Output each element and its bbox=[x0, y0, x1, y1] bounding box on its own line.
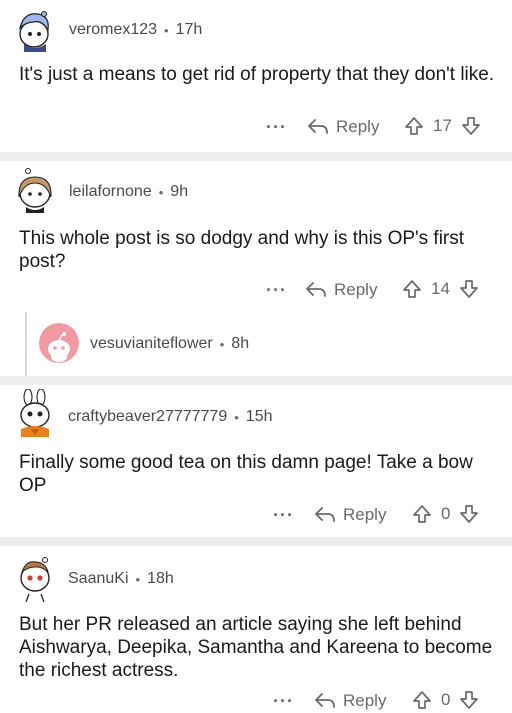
comment-body: It's just a means to get rid of property… bbox=[19, 64, 495, 85]
comment-meta: leilafornone • 9h bbox=[69, 183, 188, 201]
comment: SaanuKi • 18h But her PR released an art… bbox=[0, 546, 512, 713]
comment-meta: SaanuKi • 18h bbox=[68, 570, 174, 588]
upvote-icon[interactable] bbox=[412, 504, 432, 524]
downvote-icon[interactable] bbox=[459, 690, 479, 710]
timestamp: 9h bbox=[170, 183, 189, 200]
user-avatar-icon[interactable] bbox=[14, 167, 56, 213]
upvote-icon[interactable] bbox=[402, 279, 422, 299]
reply-arrow-icon bbox=[315, 693, 335, 708]
vote-count: 0 bbox=[441, 504, 451, 523]
downvote-icon[interactable] bbox=[459, 504, 479, 524]
vote-controls: 0 bbox=[412, 690, 479, 710]
separator-dot: • bbox=[164, 22, 169, 38]
separator-dot: • bbox=[219, 336, 225, 352]
comment-divider bbox=[0, 537, 512, 546]
user-avatar-icon[interactable] bbox=[14, 388, 56, 437]
more-options-icon[interactable]: ··· bbox=[273, 506, 294, 524]
separator-dot: • bbox=[135, 571, 141, 587]
timestamp: 8h bbox=[231, 335, 250, 352]
reply-button[interactable]: Reply bbox=[314, 691, 386, 711]
user-avatar-icon[interactable] bbox=[14, 8, 56, 52]
username[interactable]: leilafornone bbox=[69, 183, 152, 201]
vote-controls: 17 bbox=[404, 116, 481, 136]
upvote-icon[interactable] bbox=[404, 116, 424, 136]
comment-body: But her PR released an article saying sh… bbox=[19, 614, 493, 681]
more-options-icon[interactable]: ··· bbox=[266, 281, 287, 299]
downvote-icon[interactable] bbox=[459, 279, 479, 299]
vote-count: 0 bbox=[441, 690, 451, 709]
vote-count: 17 bbox=[433, 116, 452, 135]
comment-meta: veromex123 • 17h bbox=[69, 21, 202, 39]
username[interactable]: veromex123 bbox=[69, 21, 157, 39]
comment: craftybeaver27777779 • 15h Finally some … bbox=[0, 385, 512, 537]
comment: leilafornone • 9h This whole post is so … bbox=[0, 161, 512, 311]
nested-comment: vesuvianiteflower • 8h bbox=[0, 312, 512, 376]
vote-controls: 0 bbox=[412, 504, 479, 524]
vote-controls: 14 bbox=[402, 279, 479, 299]
reply-arrow-icon bbox=[308, 119, 328, 134]
reply-arrow-icon bbox=[315, 507, 335, 522]
comment-body: This whole post is so dodgy and why is t… bbox=[19, 228, 465, 272]
user-avatar-icon[interactable] bbox=[14, 554, 56, 603]
timestamp: 15h bbox=[245, 408, 273, 425]
username[interactable]: craftybeaver27777779 bbox=[68, 408, 227, 426]
comment-body: Finally some good tea on this damn page!… bbox=[19, 452, 473, 496]
reply-button[interactable]: Reply bbox=[314, 505, 386, 525]
upvote-icon[interactable] bbox=[412, 690, 432, 710]
comment-divider bbox=[0, 152, 512, 161]
timestamp: 18h bbox=[147, 570, 174, 587]
comment-meta: vesuvianiteflower • 8h bbox=[90, 335, 249, 353]
reply-button[interactable]: Reply bbox=[305, 280, 377, 300]
comment-divider bbox=[0, 376, 512, 385]
timestamp: 17h bbox=[175, 21, 203, 38]
more-options-icon[interactable]: ··· bbox=[273, 692, 294, 710]
comment-meta: craftybeaver27777779 • 15h bbox=[68, 408, 273, 426]
downvote-icon[interactable] bbox=[461, 116, 481, 136]
reply-arrow-icon bbox=[306, 282, 326, 297]
more-options-icon[interactable]: ··· bbox=[266, 118, 287, 136]
reply-button[interactable]: Reply bbox=[307, 117, 379, 137]
username[interactable]: vesuvianiteflower bbox=[90, 335, 213, 353]
user-avatar-icon[interactable] bbox=[38, 322, 80, 364]
username[interactable]: SaanuKi bbox=[68, 570, 129, 588]
comment: veromex123 • 17h It's just a means to ge… bbox=[0, 0, 512, 152]
separator-dot: • bbox=[158, 184, 164, 200]
separator-dot: • bbox=[234, 409, 239, 425]
vote-count: 14 bbox=[431, 279, 450, 298]
